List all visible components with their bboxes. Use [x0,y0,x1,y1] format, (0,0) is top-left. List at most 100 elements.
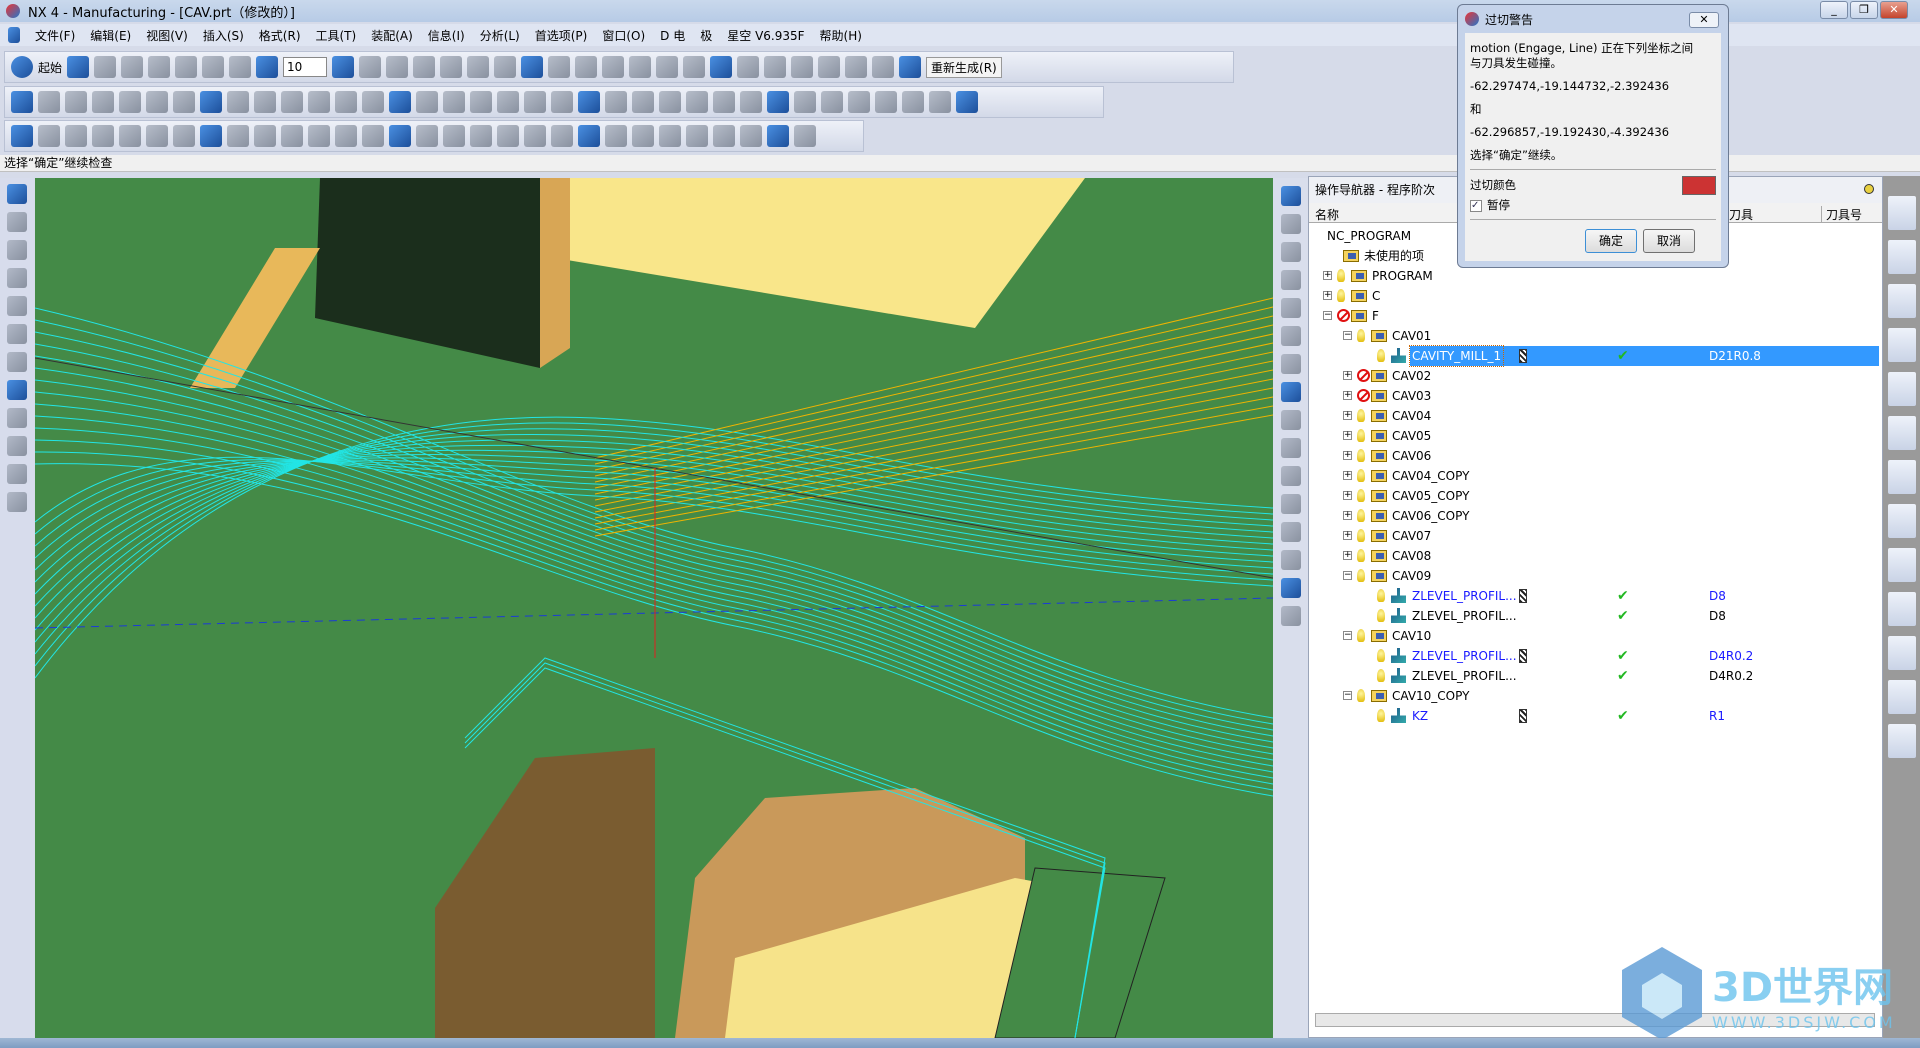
expand-icon[interactable]: + [1343,391,1352,400]
tool-icon[interactable] [497,91,519,113]
menu-item[interactable]: 分析(L) [480,27,520,44]
tool-icon[interactable] [1887,592,1916,626]
tool-icon[interactable] [1887,328,1916,362]
tree-row[interactable]: − F [1309,306,1879,326]
tool-icon[interactable] [146,91,168,113]
tree-row[interactable]: + CAV08 [1309,546,1879,566]
tool-icon[interactable] [7,212,27,232]
expand-icon[interactable]: + [1343,531,1352,540]
tool-icon[interactable] [281,91,303,113]
tool-icon[interactable] [65,125,87,147]
tool-icon[interactable] [7,268,27,288]
menu-item[interactable]: 首选项(P) [535,27,588,44]
column-name[interactable]: 名称 [1315,206,1339,223]
tool-icon[interactable] [578,91,600,113]
tool-icon[interactable] [875,91,897,113]
tool-icon[interactable] [362,125,384,147]
tool-icon[interactable] [1280,270,1301,290]
tool-icon[interactable] [1280,354,1301,374]
tool-icon[interactable] [602,56,625,78]
tool-icon[interactable] [362,91,384,113]
tool-icon[interactable] [1280,578,1301,598]
cancel-button[interactable]: 取消 [1643,229,1695,253]
tool-icon[interactable] [629,56,652,78]
column-tool[interactable]: 刀具 [1729,206,1753,223]
tree-row[interactable]: + CAV07 [1309,526,1879,546]
tool-icon[interactable] [767,91,789,113]
expand-icon[interactable]: + [1343,511,1352,520]
restore-button[interactable]: ❐ [1850,1,1878,19]
tool-icon[interactable] [7,436,27,456]
collapse-icon[interactable]: − [1343,691,1352,700]
pin-icon[interactable] [1864,184,1874,194]
tool-icon[interactable] [200,125,222,147]
tool-icon[interactable] [902,91,924,113]
start-menu-button[interactable]: 起始 [38,59,62,76]
tool-icon[interactable] [686,91,708,113]
tool-icon[interactable] [11,91,33,113]
dialog-close-button[interactable]: ✕ [1689,12,1719,28]
collapse-icon[interactable]: − [1343,571,1352,580]
tool-icon[interactable] [632,125,654,147]
tool-icon[interactable] [740,125,762,147]
tool-icon[interactable] [713,125,735,147]
tree-row[interactable]: + CAV04_COPY [1309,466,1879,486]
tree-row[interactable]: − CAV01 [1309,326,1879,346]
menu-item[interactable]: 文件(F) [35,27,75,44]
tool-icon[interactable] [470,91,492,113]
tool-icon[interactable] [551,125,573,147]
expand-icon[interactable]: + [1343,491,1352,500]
tool-icon[interactable] [256,56,279,78]
tool-icon[interactable] [359,56,382,78]
layer-select[interactable]: 10 [283,57,328,77]
tool-icon[interactable] [386,56,409,78]
tree-row[interactable]: ZLEVEL_PROFIL... ✔ D4R0.2 [1309,646,1879,666]
tool-icon[interactable] [281,125,303,147]
tool-icon[interactable] [7,240,27,260]
expand-icon[interactable]: + [1343,371,1352,380]
tool-icon[interactable] [659,125,681,147]
tool-icon[interactable] [1280,494,1301,514]
tool-icon[interactable] [7,380,27,400]
tool-icon[interactable] [551,91,573,113]
tool-icon[interactable] [467,56,490,78]
tool-icon[interactable] [146,125,168,147]
tool-icon[interactable] [929,91,951,113]
tool-icon[interactable] [92,91,114,113]
tool-icon[interactable] [443,125,465,147]
tool-icon[interactable] [175,56,198,78]
tool-icon[interactable] [767,125,789,147]
menu-item[interactable]: 装配(A) [371,27,413,44]
tool-icon[interactable] [821,91,843,113]
tool-icon[interactable] [7,464,27,484]
tree-row[interactable]: + C [1309,286,1879,306]
graphics-viewport[interactable] [35,178,1273,1038]
tool-icon[interactable] [416,91,438,113]
tool-icon[interactable] [605,125,627,147]
tool-icon[interactable] [7,324,27,344]
tool-icon[interactable] [1280,298,1301,318]
tree-row[interactable]: ZLEVEL_PROFIL... ✔ D8 [1309,586,1879,606]
tool-icon[interactable] [7,184,27,204]
tool-icon[interactable] [1887,284,1916,318]
tool-icon[interactable] [818,56,841,78]
tool-icon[interactable] [710,56,733,78]
tree-row[interactable]: + CAV06_COPY [1309,506,1879,526]
tool-icon[interactable] [308,91,330,113]
tool-icon[interactable] [308,125,330,147]
tool-icon[interactable] [578,125,600,147]
tool-icon[interactable] [254,125,276,147]
tree-row[interactable]: + PROGRAM [1309,266,1879,286]
tool-icon[interactable] [737,56,760,78]
tool-icon[interactable] [713,91,735,113]
tool-icon[interactable] [1280,186,1301,206]
tool-icon[interactable] [7,408,27,428]
tool-icon[interactable] [332,56,355,78]
expand-icon[interactable]: + [1343,411,1352,420]
tool-icon[interactable] [440,56,463,78]
expand-icon[interactable]: + [1323,291,1332,300]
menu-item[interactable]: 极 [700,27,712,44]
tool-icon[interactable] [1887,680,1916,714]
tool-icon[interactable] [1887,240,1916,274]
expand-icon[interactable]: + [1343,431,1352,440]
